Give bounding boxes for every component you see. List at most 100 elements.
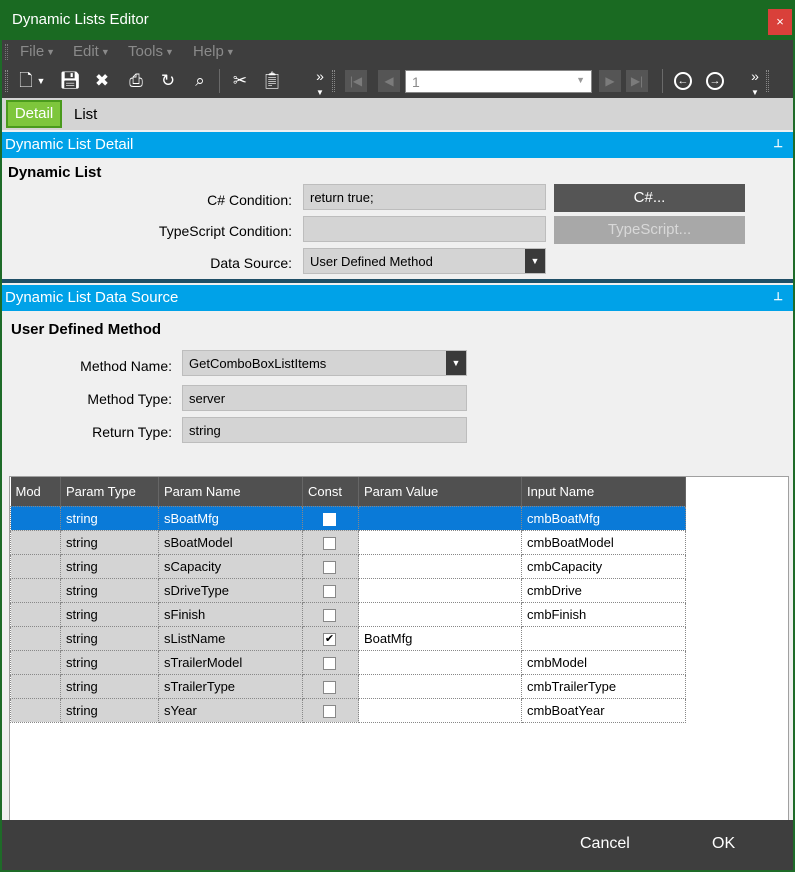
chevron-down-icon: ▼ bbox=[165, 47, 174, 58]
const-checkbox[interactable] bbox=[323, 512, 336, 526]
cell-param-value[interactable] bbox=[358, 577, 522, 603]
typescript-editor-button[interactable]: TypeScript... bbox=[554, 216, 745, 244]
cell-param-value[interactable] bbox=[358, 529, 522, 555]
dynamic-list-subtitle: Dynamic List bbox=[8, 164, 102, 181]
chevron-down-icon[interactable]: ▼ bbox=[525, 249, 545, 273]
checked-checkbox[interactable]: ✔ bbox=[323, 632, 336, 646]
cell-input-name[interactable]: cmbBoatMfg bbox=[521, 505, 686, 531]
record-number: 1 bbox=[412, 74, 420, 90]
cell-param-value[interactable]: BoatMfg bbox=[358, 625, 522, 651]
cut-icon[interactable]: ✂ bbox=[228, 69, 252, 93]
table-row[interactable]: string sBoatModel cmbBoatModel bbox=[10, 529, 686, 555]
previous-record-icon[interactable]: ◀ bbox=[378, 70, 400, 92]
const-checkbox[interactable] bbox=[323, 560, 336, 574]
column-header-mod[interactable]: Mod bbox=[10, 477, 61, 506]
csharp-editor-button[interactable]: C#... bbox=[554, 184, 745, 212]
back-arrow-icon[interactable]: ← bbox=[674, 72, 692, 90]
pin-icon[interactable]: ⊥ bbox=[773, 137, 783, 150]
chevron-down-icon[interactable]: ▼ bbox=[446, 351, 466, 375]
cell-param-type: string bbox=[60, 601, 159, 627]
paste-icon[interactable]: 📋︎ bbox=[260, 69, 284, 93]
const-checkbox[interactable] bbox=[323, 608, 336, 622]
tab-detail[interactable]: Detail bbox=[6, 100, 62, 128]
new-document-icon[interactable]: 🗋 bbox=[14, 69, 38, 93]
const-checkbox[interactable] bbox=[323, 536, 336, 550]
column-header-param-type[interactable]: Param Type bbox=[60, 477, 159, 506]
menu-tools[interactable]: Tools ▼ bbox=[128, 43, 174, 60]
cell-mod bbox=[10, 697, 61, 723]
menu-edit[interactable]: Edit ▼ bbox=[73, 43, 110, 60]
column-header-param-value[interactable]: Param Value bbox=[358, 477, 522, 506]
cell-input-name[interactable]: cmbBoatModel bbox=[521, 529, 686, 555]
const-checkbox[interactable] bbox=[323, 680, 336, 694]
column-header-input-name[interactable]: Input Name bbox=[521, 477, 686, 506]
menu-file[interactable]: File ▼ bbox=[20, 43, 55, 60]
delete-icon[interactable]: ✖ bbox=[90, 69, 114, 93]
column-header-param-name[interactable]: Param Name bbox=[158, 477, 303, 506]
cell-param-value[interactable] bbox=[358, 601, 522, 627]
cell-const bbox=[302, 505, 359, 531]
cell-param-value[interactable] bbox=[358, 505, 522, 531]
save-icon[interactable]: 💾︎ bbox=[58, 69, 82, 93]
cell-input-name[interactable]: cmbCapacity bbox=[521, 553, 686, 579]
close-window-button[interactable]: × bbox=[768, 9, 792, 35]
first-record-icon[interactable]: |◀ bbox=[345, 70, 367, 92]
cell-param-value[interactable] bbox=[358, 649, 522, 675]
tab-list[interactable]: List bbox=[74, 106, 97, 123]
cancel-button[interactable]: Cancel bbox=[580, 835, 630, 853]
toolbar-overflow-icon[interactable]: » ▼ bbox=[743, 69, 767, 97]
table-row[interactable]: string sBoatMfg cmbBoatMfg bbox=[10, 505, 686, 531]
method-type-label: Method Type: bbox=[87, 391, 172, 407]
new-dropdown-chevron-icon[interactable]: ▼ bbox=[36, 69, 46, 93]
clear-broom-icon[interactable]: ⌕ bbox=[188, 69, 212, 93]
csharp-condition-field[interactable]: return true; bbox=[303, 184, 546, 210]
cell-param-name: sBoatModel bbox=[158, 529, 303, 555]
cell-param-name: sBoatMfg bbox=[158, 505, 303, 531]
cell-param-name: sListName bbox=[158, 625, 303, 651]
parameters-grid: Mod Param Type Param Name Const Param Va… bbox=[10, 477, 686, 723]
cell-param-value[interactable] bbox=[358, 697, 522, 723]
cell-param-name: sCapacity bbox=[158, 553, 303, 579]
next-record-icon[interactable]: ▶ bbox=[599, 70, 621, 92]
method-name-value: GetComboBoxListItems bbox=[189, 356, 327, 371]
method-name-select[interactable]: GetComboBoxListItems ▼ bbox=[182, 350, 467, 376]
print-icon[interactable]: ⎙ bbox=[124, 69, 148, 93]
refresh-icon[interactable]: ↻ bbox=[156, 69, 180, 93]
const-checkbox[interactable] bbox=[323, 656, 336, 670]
forward-arrow-icon[interactable]: → bbox=[706, 72, 724, 90]
cell-input-name[interactable] bbox=[521, 625, 686, 651]
table-row[interactable]: string sTrailerModel cmbModel bbox=[10, 649, 686, 675]
data-source-label: Data Source: bbox=[210, 255, 292, 271]
toolbar-grip bbox=[5, 70, 8, 92]
const-checkbox[interactable] bbox=[323, 704, 336, 718]
record-selector[interactable]: 1 ▼ bbox=[405, 70, 592, 93]
table-row[interactable]: string sDriveType cmbDrive bbox=[10, 577, 686, 603]
column-header-const[interactable]: Const bbox=[302, 477, 359, 506]
last-record-icon[interactable]: ▶| bbox=[626, 70, 648, 92]
typescript-condition-field[interactable] bbox=[303, 216, 546, 242]
cell-input-name[interactable]: cmbBoatYear bbox=[521, 697, 686, 723]
cell-input-name[interactable]: cmbModel bbox=[521, 649, 686, 675]
table-row[interactable]: string sYear cmbBoatYear bbox=[10, 697, 686, 723]
pin-icon[interactable]: ⊥ bbox=[773, 290, 783, 303]
table-row[interactable]: string sTrailerType cmbTrailerType bbox=[10, 673, 686, 699]
cell-input-name[interactable]: cmbDrive bbox=[521, 577, 686, 603]
cell-param-value[interactable] bbox=[358, 673, 522, 699]
table-row[interactable]: string sFinish cmbFinish bbox=[10, 601, 686, 627]
menu-help[interactable]: Help ▼ bbox=[193, 43, 235, 60]
method-type-field: server bbox=[182, 385, 467, 411]
toolbar-overflow-icon[interactable]: » ▼ bbox=[308, 69, 332, 97]
ok-button[interactable]: OK bbox=[712, 835, 735, 853]
table-row[interactable]: string sListName ✔ BoatMfg bbox=[10, 625, 686, 651]
const-checkbox[interactable] bbox=[323, 584, 336, 598]
toolbar-grip bbox=[332, 70, 335, 92]
toolbar-grip bbox=[766, 70, 769, 92]
toolbar-separator bbox=[662, 69, 663, 93]
table-row[interactable]: string sCapacity cmbCapacity bbox=[10, 553, 686, 579]
data-source-select[interactable]: User Defined Method ▼ bbox=[303, 248, 546, 274]
cell-param-value[interactable] bbox=[358, 553, 522, 579]
cell-param-type: string bbox=[60, 529, 159, 555]
cell-input-name[interactable]: cmbFinish bbox=[521, 601, 686, 627]
cell-input-name[interactable]: cmbTrailerType bbox=[521, 673, 686, 699]
menubar-grip bbox=[5, 44, 8, 60]
